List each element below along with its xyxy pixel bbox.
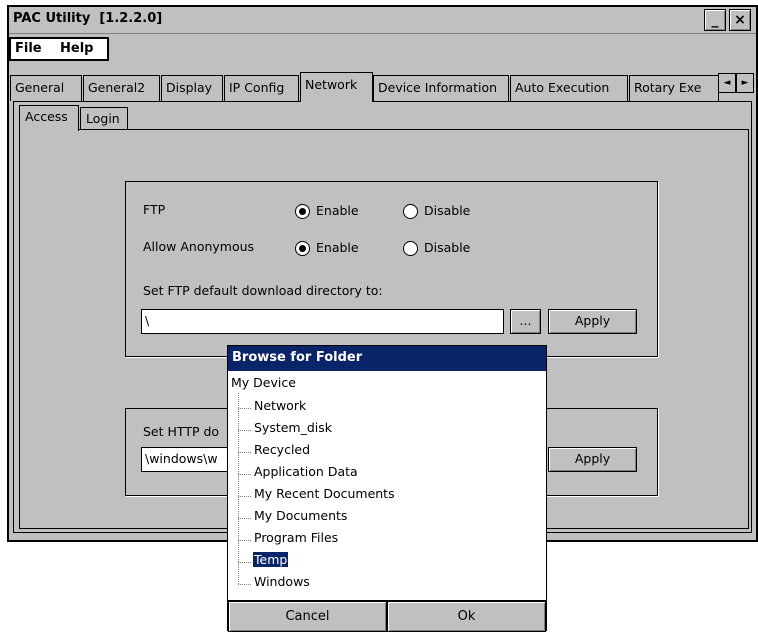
ftp-disable-label[interactable]: Disable <box>424 203 470 218</box>
folder-tree: My Device Network System_disk Recycled A… <box>228 371 546 601</box>
anonymous-enable-radio[interactable] <box>295 241 310 256</box>
ftp-directory-label: Set FTP default download directory to: <box>143 283 383 298</box>
http-directory-input[interactable]: \windows\w <box>141 447 241 472</box>
window-title: PAC Utility [1.2.2.0] <box>13 11 163 26</box>
menu-bar: File Help <box>9 37 109 61</box>
ok-button[interactable]: Ok <box>387 601 546 632</box>
http-apply-button[interactable]: Apply <box>548 447 637 472</box>
ftp-directory-input[interactable]: \ <box>141 309 504 334</box>
title-bar: PAC Utility [1.2.2.0] _ × <box>9 7 756 34</box>
menu-help[interactable]: Help <box>60 41 93 56</box>
tree-node[interactable]: Windows <box>254 574 310 589</box>
tab-rotary-execution[interactable]: Rotary Exe <box>629 75 719 101</box>
ftp-enable-radio[interactable] <box>295 204 310 219</box>
ftp-label: FTP <box>143 202 166 217</box>
ftp-enable-label[interactable]: Enable <box>316 203 359 218</box>
tree-node[interactable]: My Recent Documents <box>254 486 395 501</box>
tab-general[interactable]: General <box>10 75 82 101</box>
tab-scroll-buttons: ◄ ► <box>718 73 754 93</box>
tab-device-information[interactable]: Device Information <box>373 75 509 101</box>
anonymous-label: Allow Anonymous <box>143 239 255 254</box>
tree-node-root[interactable]: My Device <box>231 375 296 390</box>
subtab-login[interactable]: Login <box>80 107 128 130</box>
tree-node[interactable]: System_disk <box>254 420 332 435</box>
http-directory-label: Set HTTP do <box>143 424 220 439</box>
tab-scroll-left-icon[interactable]: ◄ <box>718 73 736 93</box>
browse-folder-dialog: Browse for Folder My Device Network Syst… <box>227 345 547 632</box>
minimize-button[interactable]: _ <box>704 9 726 31</box>
anonymous-disable-label[interactable]: Disable <box>424 240 470 255</box>
dialog-title: Browse for Folder <box>228 346 546 371</box>
tree-node[interactable]: Recycled <box>254 442 310 457</box>
tab-scroll-right-icon[interactable]: ► <box>736 73 754 93</box>
anonymous-disable-radio[interactable] <box>403 241 418 256</box>
ftp-groupbox: FTP Enable Disable Allow Anonymous Enabl… <box>125 181 658 357</box>
close-button[interactable]: × <box>729 9 751 31</box>
tree-node-selected[interactable]: Temp <box>253 552 289 567</box>
tab-network[interactable]: Network <box>300 72 373 102</box>
cancel-button[interactable]: Cancel <box>228 601 387 632</box>
menu-file[interactable]: File <box>15 41 42 56</box>
tab-auto-execution[interactable]: Auto Execution <box>510 75 628 101</box>
subtab-access[interactable]: Access <box>19 105 79 131</box>
tab-general2[interactable]: General2 <box>83 75 160 101</box>
anonymous-enable-label[interactable]: Enable <box>316 240 359 255</box>
tree-node[interactable]: My Documents <box>254 508 347 523</box>
tree-node[interactable]: Network <box>254 398 306 413</box>
ftp-apply-button[interactable]: Apply <box>548 309 637 334</box>
tree-node[interactable]: Application Data <box>254 464 358 479</box>
tree-node[interactable]: Program Files <box>254 530 338 545</box>
ftp-disable-radio[interactable] <box>403 204 418 219</box>
browse-button[interactable]: ... <box>510 309 541 334</box>
tab-ip-config[interactable]: IP Config <box>224 75 299 101</box>
tab-display[interactable]: Display <box>161 75 223 101</box>
